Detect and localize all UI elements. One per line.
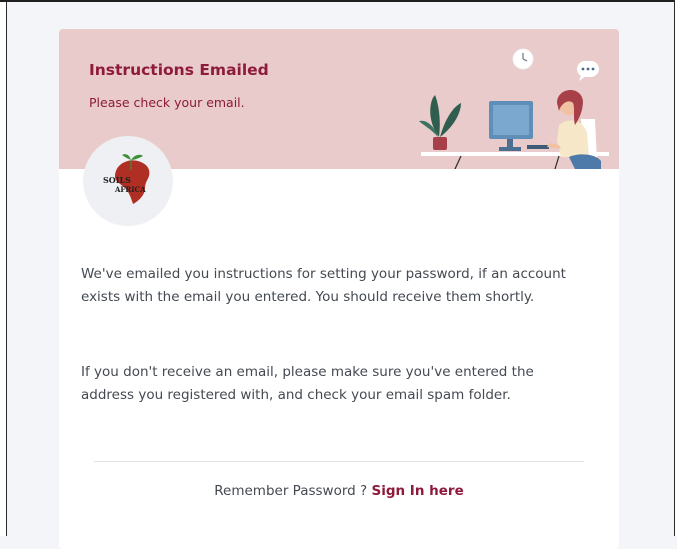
divider [94,461,584,462]
frame-top-border [0,0,677,2]
spam-hint-paragraph: If you don't receive an email, please ma… [81,364,534,403]
sign-in-link[interactable]: Sign In here [371,483,463,499]
svg-text:SOILS: SOILS [103,175,131,185]
page-title: Instructions Emailed [89,61,269,79]
remember-password-label: Remember Password ? [214,483,368,499]
page-subtitle: Please check your email. [89,95,245,110]
monitor-icon [489,101,533,151]
frame-left-border [6,0,7,536]
instructions-paragraph: We've emailed you instructions for setti… [81,266,566,305]
instructions-card: Instructions Emailed Please check your e… [59,29,619,549]
chat-bubble-icon [577,61,599,81]
svg-text:AFRICA: AFRICA [114,185,146,194]
clock-icon [512,48,534,70]
organization-avatar: SOILS AFRICA [83,136,173,226]
plant-icon [419,95,461,150]
desk-illustration [419,48,609,169]
soils-africa-logo: SOILS AFRICA [103,154,150,204]
signin-footer: Remember Password ? Sign In here [59,483,619,499]
